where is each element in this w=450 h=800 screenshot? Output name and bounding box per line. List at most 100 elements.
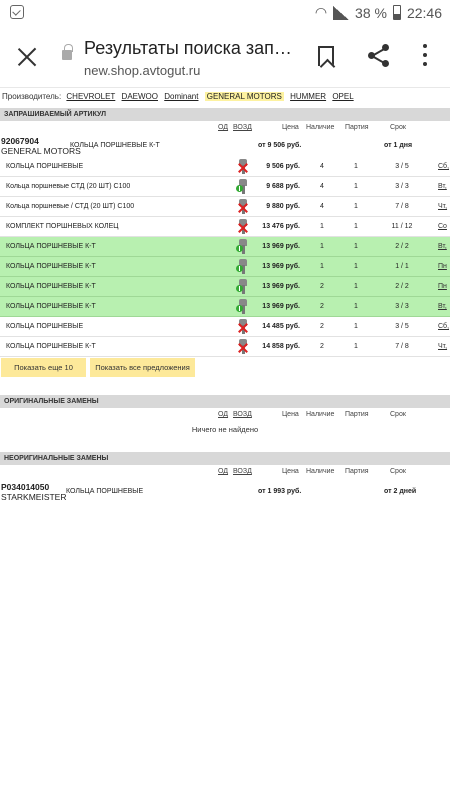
col-vozd[interactable]: ВОЗД (233, 468, 252, 475)
part-name: КОЛЬЦА ПОРШНЕВЫЕ (6, 163, 84, 170)
piston-available-icon[interactable] (236, 299, 250, 314)
table-row[interactable]: Кольца поршневые / СТД (20 ШТ) C100 9 880… (0, 197, 450, 217)
bookmark-icon[interactable] (318, 46, 334, 66)
part-price: 9 880 руб. (266, 203, 300, 210)
lock-icon (62, 44, 73, 60)
piston-available-icon[interactable] (236, 279, 250, 294)
article-maker: GENERAL MOTORS (1, 146, 81, 156)
article-name: КОЛЬЦА ПОРШНЕВЫЕ (66, 488, 144, 495)
col-od[interactable]: ОД (218, 124, 228, 131)
piston-available-icon[interactable] (236, 239, 250, 254)
manufacturer-filter: Производитель: CHEVROLET DAEWOO Dominant… (0, 88, 450, 108)
manufacturer-link-active[interactable]: GENERAL MOTORS (204, 92, 284, 101)
col-term: Срок (390, 468, 406, 475)
nonoriginal-article[interactable]: P034014050 STARKMEISTER КОЛЬЦА ПОРШНЕВЫЕ… (0, 479, 450, 503)
article-term: от 1 дня (384, 142, 413, 149)
piston-unavailable-icon[interactable] (236, 219, 250, 234)
table-row[interactable]: КОЛЬЦА ПОРШНЕВЫЕ К-Т 14 858 руб. 2 1 7 / 8 Чт… (0, 337, 450, 357)
delivery-day-link[interactable]: Пн (438, 263, 447, 270)
col-price: Цена (282, 411, 299, 418)
part-price: 14 485 руб. (262, 323, 300, 330)
piston-available-icon[interactable] (236, 259, 250, 274)
nonoriginal-column-headers: ОД ВОЗД Цена Наличие Партия Срок (0, 465, 450, 477)
part-batch: 1 (354, 283, 358, 290)
part-price: 13 969 руб. (262, 303, 300, 310)
piston-unavailable-icon[interactable] (236, 339, 250, 354)
col-vozd[interactable]: ВОЗД (233, 124, 252, 131)
delivery-day-link[interactable]: Вт, (438, 243, 447, 250)
table-row[interactable]: КОЛЬЦА ПОРШНЕВЫЕ 14 485 руб. 2 1 3 / 5 Сб, (0, 317, 450, 337)
part-name: КОЛЬЦА ПОРШНЕВЫЕ К-Т (6, 303, 96, 310)
delivery-day-link[interactable]: Со (438, 223, 447, 230)
col-batch: Партия (345, 124, 369, 131)
table-row[interactable]: КОЛЬЦА ПОРШНЕВЫЕ 9 506 руб. 4 1 3 / 5 Сб, (0, 157, 450, 177)
col-vozd[interactable]: ВОЗД (233, 411, 252, 418)
article-number: P034014050 (1, 482, 50, 492)
delivery-day-link[interactable]: Чт, (438, 203, 447, 210)
manufacturer-link[interactable]: Dominant (164, 92, 198, 101)
nothing-found-text: Ничего не найдено (191, 425, 259, 434)
part-price: 13 476 руб. (262, 223, 300, 230)
delivery-day-link[interactable]: Вт, (438, 303, 447, 310)
part-name: Кольца поршневые / СТД (20 ШТ) C100 (6, 203, 135, 210)
original-section-heading: ОРИГИНАЛЬНЫЕ ЗАМЕНЫ (0, 395, 450, 408)
piston-unavailable-icon[interactable] (236, 199, 250, 214)
piston-unavailable-icon[interactable] (236, 319, 250, 334)
part-batch: 1 (354, 183, 358, 190)
table-row[interactable]: КОЛЬЦА ПОРШНЕВЫЕ К-Т 13 969 руб. 1 1 1 / 1 Пн (0, 257, 450, 277)
original-column-headers: ОД ВОЗД Цена Наличие Партия Срок (0, 408, 450, 420)
manufacturer-link[interactable]: HUMMER (290, 92, 326, 101)
delivery-day-link[interactable]: Сб, (438, 163, 449, 170)
article-price: от 9 506 руб. (258, 142, 302, 149)
more-menu-icon[interactable] (422, 44, 428, 68)
col-term: Срок (390, 124, 406, 131)
part-term: 3 / 3 (395, 183, 409, 190)
browser-toolbar: Результаты поиска запча... new.shop.avto… (0, 26, 450, 88)
part-availability: 1 (320, 223, 324, 230)
table-row[interactable]: КОМПЛЕКТ ПОРШНЕВЫХ КОЛЕЦ 13 476 руб. 1 1 11 … (0, 217, 450, 237)
notification-icon (10, 5, 24, 19)
battery-icon (392, 5, 401, 20)
manufacturer-link[interactable]: DAEWOO (122, 92, 158, 101)
part-batch: 1 (354, 263, 358, 270)
manufacturer-link[interactable]: OPEL (332, 92, 353, 101)
part-batch: 1 (354, 303, 358, 310)
part-availability: 4 (320, 183, 324, 190)
col-batch: Партия (345, 468, 369, 475)
part-availability: 1 (320, 243, 324, 250)
part-batch: 1 (354, 323, 358, 330)
part-availability: 2 (320, 323, 324, 330)
page-title: Результаты поиска запча... (84, 38, 292, 58)
table-row[interactable]: Кольца поршневые СТД (20 ШТ) C100 9 688 р… (0, 177, 450, 197)
part-term: 7 / 8 (395, 203, 409, 210)
close-icon[interactable] (14, 44, 40, 70)
col-price: Цена (282, 124, 299, 131)
part-name: КОЛЬЦА ПОРШНЕВЫЕ К-Т (6, 243, 96, 250)
delivery-day-link[interactable]: Чт, (438, 343, 447, 350)
piston-unavailable-icon[interactable] (236, 159, 250, 174)
table-row[interactable]: КОЛЬЦА ПОРШНЕВЫЕ К-Т 13 969 руб. 2 1 3 / 3 Вт… (0, 297, 450, 317)
share-icon[interactable] (366, 42, 392, 68)
part-name: КОЛЬЦА ПОРШНЕВЫЕ (6, 323, 84, 330)
requested-column-headers: ОД ВОЗД Цена Наличие Партия Срок (0, 121, 450, 133)
article-maker: STARKMEISTER (1, 492, 67, 502)
delivery-day-link[interactable]: Сб, (438, 323, 449, 330)
piston-available-icon[interactable] (236, 179, 250, 194)
part-name: КОЛЬЦА ПОРШНЕВЫЕ К-Т (6, 343, 96, 350)
table-row[interactable]: КОЛЬЦА ПОРШНЕВЫЕ К-Т 13 969 руб. 2 1 2 / 2 Пн (0, 277, 450, 297)
show-more-button[interactable]: Показать еще 10 (1, 358, 86, 377)
show-all-button[interactable]: Показать все предложения (90, 358, 195, 377)
part-price: 13 969 руб. (262, 263, 300, 270)
part-price: 9 688 руб. (266, 183, 300, 190)
col-od[interactable]: ОД (218, 468, 228, 475)
col-od[interactable]: ОД (218, 411, 228, 418)
article-price: от 1 993 руб. (258, 488, 302, 495)
delivery-day-link[interactable]: Пн (438, 283, 447, 290)
delivery-day-link[interactable]: Вт, (438, 183, 447, 190)
part-price: 9 506 руб. (266, 163, 300, 170)
part-availability: 4 (320, 203, 324, 210)
battery-percent: 38 % (355, 4, 387, 21)
offers-table: КОЛЬЦА ПОРШНЕВЫЕ 9 506 руб. 4 1 3 / 5 Сб, Коль… (0, 157, 450, 357)
table-row[interactable]: КОЛЬЦА ПОРШНЕВЫЕ К-Т 13 969 руб. 1 1 2 / 2 Вт… (0, 237, 450, 257)
manufacturer-link[interactable]: CHEVROLET (66, 92, 115, 101)
